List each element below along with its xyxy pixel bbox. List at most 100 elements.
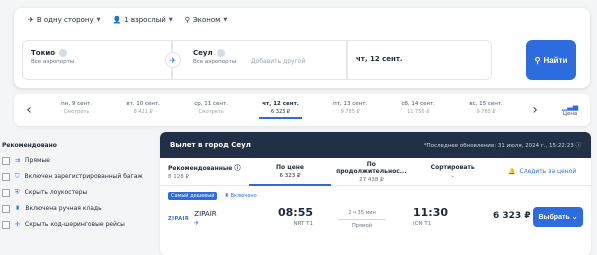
price-chart-link[interactable]: ▁▃▅ Цена (550, 103, 590, 117)
find-label: Найти (543, 55, 568, 65)
track-price-label: Следить за ценой (519, 168, 577, 175)
departure: 08:55 NRT T1 (278, 206, 313, 227)
shield-icon: ⛨ (15, 189, 20, 196)
filter-hand-luggage[interactable]: ♜ Включена ручная кладь (2, 205, 150, 213)
date-cell[interactable]: вт, 10 сент. 8 421 ₽ (123, 101, 163, 119)
filter-label: Скрыть код-шеринговые рейсы (25, 221, 125, 228)
results-panel: Вылет в город Сеул *Последнее обновление… (160, 132, 591, 255)
ticket-icon: ✈ (194, 220, 200, 227)
date-price: 9 785 ₽ (340, 109, 360, 115)
sort-value: 27 438 ₽ (359, 176, 384, 183)
flight-price: 6 323 ₽ (493, 211, 531, 221)
info-icon (216, 49, 225, 57)
checkbox[interactable] (2, 157, 10, 165)
sort-recommended[interactable]: Рекомендованные ⓘ 8 128 ₽ (160, 163, 249, 180)
class-select[interactable]: ⚲ Эконом ▼ (185, 16, 228, 24)
date-cell[interactable]: вс, 15 сент. 9 785 ₽ (466, 101, 505, 119)
search-icon: ⚲ (534, 55, 541, 65)
trip-type-select[interactable]: ✈ В одну сторону ▼ (28, 16, 100, 24)
date-cell-selected[interactable]: чт, 12 сент. 6 323 ₽ (259, 101, 302, 119)
baggage-included-badge: ♜ Включено (221, 192, 259, 200)
date-price: 8 421 ₽ (133, 109, 153, 115)
date-day: вт, 10 сент. (126, 101, 160, 107)
add-destination-placeholder[interactable]: Добавить другой (251, 58, 305, 65)
filter-label: Прямые (25, 157, 50, 164)
codeshare-icon: ✢ (15, 221, 21, 228)
results-header: Вылет в город Сеул *Последнее обновление… (160, 132, 591, 158)
last-updated: *Последнее обновление: 31 июля, 2024 г.,… (424, 141, 581, 149)
flight-card[interactable]: Самый дешевый ♜ Включено ZIPAIR ZIPAIR ✈… (160, 186, 591, 246)
date-cell[interactable]: сб, 14 сент. 11 756 ₽ (398, 101, 438, 119)
chevron-down-icon: ⌄ (450, 173, 455, 179)
airline-name: ZIPAIR (194, 210, 217, 218)
date-value: чт, 12 сент. (356, 55, 403, 63)
passengers-select[interactable]: 👤 1 взрослый ▼ (112, 16, 172, 24)
filter-label: Включен зарегистрированный багаж (24, 173, 143, 180)
passengers-label: 1 взрослый (124, 16, 166, 24)
to-field[interactable]: Сеул Все аэропорты Добавить другой (172, 40, 347, 80)
departure-time: 08:55 (278, 206, 314, 219)
sort-dropdown[interactable]: Сортировать ⌄ (412, 164, 493, 179)
checkbox[interactable] (2, 189, 10, 197)
direct-label: Прямой (351, 223, 373, 229)
sort-label: По продолжительнос... (336, 160, 407, 175)
next-dates-chevron-icon[interactable]: › (520, 102, 550, 118)
date-day: сб, 14 сент. (401, 101, 436, 107)
bell-icon: 🔔 (508, 168, 516, 175)
filter-hide-codeshare[interactable]: ✢ Скрыть код-шеринговые рейсы (2, 221, 150, 229)
class-label: Эконом (192, 16, 221, 24)
date-strip: ‹ пн, 9 сент. Смотреть вт, 10 сент. 8 421 … (14, 94, 590, 126)
departure-airport: NRT T1 (293, 221, 314, 227)
checkbox[interactable] (2, 221, 10, 229)
search-panel: ✈ В одну сторону ▼ 👤 1 взрослый ▼ ⚲ Экон… (14, 8, 590, 88)
date-price: Смотреть (63, 109, 90, 115)
chevron-down-icon: ▼ (168, 17, 173, 23)
sidebar-title: Рекомендовано (2, 142, 57, 149)
date-day: чт, 12 сент. (262, 101, 299, 107)
arrival-airport: ICN T1 (413, 221, 432, 227)
search-fields: Токио Все аэропорты ✈ Сеул Все аэропорты… (22, 40, 492, 80)
arrival-time: 11:30 (413, 206, 449, 219)
filters-sidebar: Рекомендовано ⇉ Прямые ⛉ Включен зарегистр… (0, 132, 150, 237)
date-cell[interactable]: пн, 9 сент. Смотреть (58, 101, 95, 119)
from-field[interactable]: Токио Все аэропорты (22, 40, 172, 80)
date-day: пн, 9 сент. (61, 101, 93, 107)
prev-dates-chevron-icon[interactable]: ‹ (14, 102, 44, 118)
direct-icon: ⇉ (15, 157, 21, 164)
duration: 2 ч 35 мин Прямой (338, 210, 386, 229)
person-icon: 👤 (112, 16, 122, 24)
date-price: 6 323 ₽ (271, 109, 291, 115)
choose-button[interactable]: Выбрать ⌄ (533, 207, 583, 227)
filter-direct[interactable]: ⇉ Прямые (2, 157, 150, 165)
checkbox[interactable] (2, 205, 10, 213)
filter-checked-baggage[interactable]: ⛉ Включен зарегистрированный багаж (2, 173, 150, 181)
sort-price[interactable]: По цене 6 323 ₽ (249, 158, 331, 186)
chevron-down-icon: ⌄ (571, 214, 578, 221)
sort-label: Сортировать (430, 164, 475, 171)
search-options: ✈ В одну сторону ▼ 👤 1 взрослый ▼ ⚲ Экон… (28, 16, 227, 24)
date-day: пт, 13 сент. (333, 101, 368, 107)
find-button[interactable]: ⚲ Найти (526, 40, 576, 80)
date-field[interactable]: чт, 12 сент. (347, 40, 492, 80)
bag-icon: ♜ (15, 205, 21, 212)
dates-list: пн, 9 сент. Смотреть вт, 10 сент. 8 421 ₽ … (44, 101, 520, 119)
bar-chart-icon: ▁▃▅ (561, 103, 579, 111)
choose-label: Выбрать (538, 214, 570, 221)
info-icon (59, 49, 68, 57)
info-icon[interactable]: ⓘ (575, 143, 581, 149)
trip-type-label: В одну сторону (36, 16, 94, 24)
airline-info: ZIPAIR ZIPAIR ✈ (168, 210, 217, 227)
swap-plane-icon[interactable]: ✈ (165, 52, 181, 68)
plane-icon: ✈ (28, 16, 34, 24)
date-cell[interactable]: пт, 13 сент. 9 785 ₽ (330, 101, 370, 119)
sort-duration[interactable]: По продолжительнос... 27 438 ₽ (331, 161, 412, 183)
track-price-link[interactable]: 🔔 Следить за ценой (493, 168, 591, 175)
flight-search-page: ✈ В одну сторону ▼ 👤 1 взрослый ▼ ⚲ Экон… (0, 0, 597, 255)
chevron-down-icon: ▼ (96, 17, 101, 23)
checkbox[interactable] (2, 173, 10, 181)
date-cell[interactable]: ср, 11 сент. Смотреть (191, 101, 231, 119)
sort-value: 6 323 ₽ (279, 172, 301, 179)
cheapest-badge: Самый дешевый (168, 192, 218, 200)
filter-hide-lowcost[interactable]: ⛨ Скрыть лоукостеры (2, 189, 150, 197)
to-city: Сеул (193, 49, 213, 57)
